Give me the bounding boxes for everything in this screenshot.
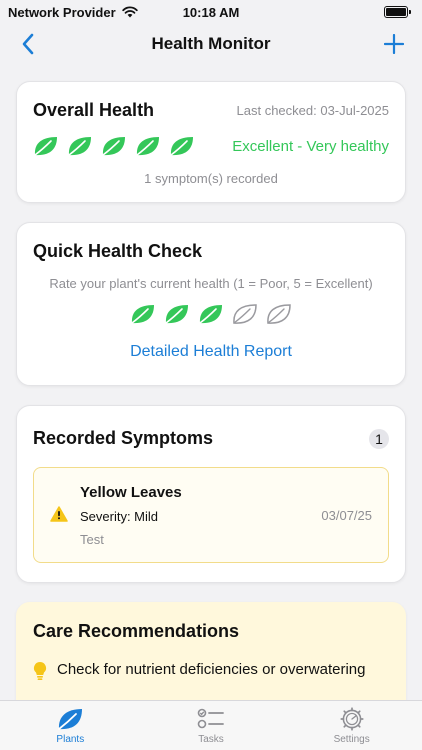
content-scroll[interactable]: Overall Health Last checked: 03-Jul-2025… [0,64,422,700]
last-checked-label: Last checked: 03-Jul-2025 [236,103,389,118]
leaf-filled-icon[interactable] [130,303,156,325]
symptom-count-badge: 1 [369,428,389,449]
overall-health-title: Overall Health [33,100,155,120]
lightbulb-icon [33,661,47,680]
plus-icon [384,34,404,54]
quick-health-check-card: Quick Health Check Rate your plant's cur… [16,222,406,386]
tab-label: Plants [56,734,85,745]
leaf-filled-icon [135,135,161,157]
leaf-icon [58,709,83,730]
gear-icon [340,707,364,731]
detailed-health-report-link[interactable]: Detailed Health Report [33,343,389,361]
recommendation-text: Check for nutrient deficiencies or overw… [57,661,366,678]
nav-bar: Health Monitor [0,24,422,64]
leaf-filled-icon [101,135,127,157]
leaf-empty-icon[interactable] [232,303,258,325]
checklist-icon [197,708,224,729]
tab-bar: Plants Tasks Settings [0,700,422,750]
status-left: Network Provider [8,5,138,20]
recommendation-item: Check for nutrient deficiencies or overw… [33,658,389,681]
add-button[interactable] [378,28,410,60]
care-recommendations-title: Care Recommendations [33,621,240,641]
chevron-left-icon [22,33,34,55]
tab-tasks[interactable]: Tasks [166,707,256,745]
health-status-label: Excellent - Very healthy [232,137,389,155]
leaf-filled-icon [67,135,93,157]
overall-rating-leaves [33,135,195,157]
tab-plants[interactable]: Plants [25,707,115,745]
quick-rating-leaves [33,303,389,325]
status-bar: Network Provider 10:18 AM [0,0,422,24]
recorded-symptoms-title: Recorded Symptoms [33,428,214,448]
back-button[interactable] [12,28,44,60]
symptom-count-label: 1 symptom(s) recorded [144,171,278,186]
care-recommendations-card: Care Recommendations Check for nutrient … [16,602,406,700]
symptom-item[interactable]: Yellow Leaves Severity: Mild Test 03/07/… [33,467,389,563]
warning-icon [50,506,68,522]
page-title: Health Monitor [151,34,271,53]
quick-health-check-title: Quick Health Check [33,241,203,261]
tab-label: Tasks [198,734,224,745]
battery-icon [384,6,411,18]
tab-label: Settings [333,734,370,745]
symptom-note: Test [80,532,104,547]
tab-settings[interactable]: Settings [307,707,397,745]
overall-health-card: Overall Health Last checked: 03-Jul-2025… [16,81,406,203]
recorded-symptoms-card: Recorded Symptoms 1 Yellow Leaves Severi… [16,405,406,583]
quick-health-check-subtitle: Rate your plant's current health (1 = Po… [49,276,373,291]
symptom-name: Yellow Leaves [80,484,182,501]
leaf-filled-icon [33,135,59,157]
carrier-label: Network Provider [8,4,116,20]
leaf-filled-icon[interactable] [164,303,190,325]
leaf-filled-icon [169,135,195,157]
leaf-empty-icon[interactable] [266,303,292,325]
wifi-icon [121,6,138,18]
leaf-filled-icon[interactable] [198,303,224,325]
symptom-date: 03/07/25 [321,508,372,523]
